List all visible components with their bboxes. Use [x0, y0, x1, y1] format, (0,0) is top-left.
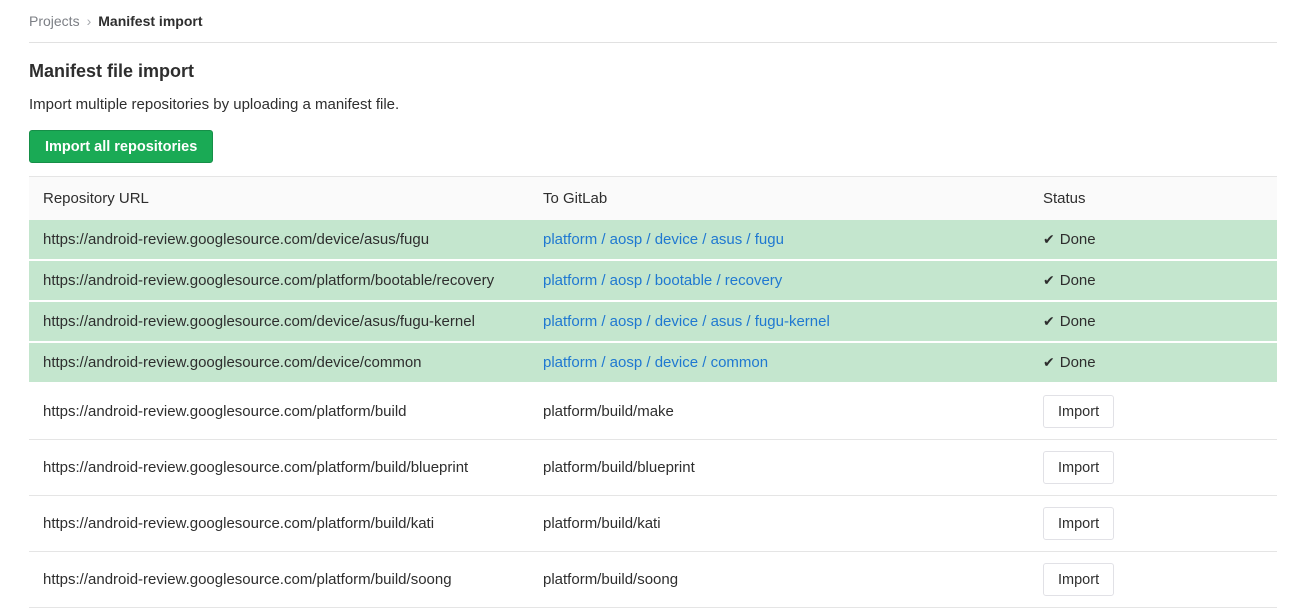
target-project-path: platform/build/kati: [543, 515, 661, 532]
table-row: https://android-review.googlesource.com/…: [29, 552, 1277, 608]
manifest-import-page: Projects › Manifest import Manifest file…: [0, 0, 1307, 608]
import-button[interactable]: Import: [1043, 507, 1114, 540]
status-cell: Import: [1029, 384, 1277, 440]
status-label: Done: [1060, 272, 1096, 289]
check-icon: ✔: [1043, 231, 1055, 247]
check-icon: ✔: [1043, 272, 1055, 288]
table-row: https://android-review.googlesource.com/…: [29, 302, 1277, 343]
table-row: https://android-review.googlesource.com/…: [29, 384, 1277, 440]
target-project-link[interactable]: platform / aosp / device / asus / fugu: [543, 231, 784, 248]
column-header-to-gitlab: To GitLab: [529, 176, 1029, 220]
column-header-status: Status: [1029, 176, 1277, 220]
status-label: Done: [1060, 231, 1096, 248]
status-label: Done: [1060, 354, 1096, 371]
status-cell: Import: [1029, 440, 1277, 496]
table-row: https://android-review.googlesource.com/…: [29, 440, 1277, 496]
page-title: Manifest file import: [29, 61, 1277, 82]
main-content: Manifest file import Import multiple rep…: [29, 61, 1277, 608]
target-project-path: platform/build/soong: [543, 571, 678, 588]
check-icon: ✔: [1043, 354, 1055, 370]
status-cell: Import: [1029, 496, 1277, 552]
manifest-import-table: Repository URL To GitLab Status https://…: [29, 176, 1277, 608]
import-button[interactable]: Import: [1043, 563, 1114, 596]
status-cell: ✔ Done: [1029, 261, 1277, 302]
chevron-right-icon: ›: [87, 13, 92, 29]
table-row: https://android-review.googlesource.com/…: [29, 343, 1277, 384]
target-project-path: platform/build/make: [543, 403, 674, 420]
repository-url: https://android-review.googlesource.com/…: [29, 384, 529, 440]
repository-url: https://android-review.googlesource.com/…: [29, 302, 529, 343]
import-button[interactable]: Import: [1043, 451, 1114, 484]
import-all-repositories-button[interactable]: Import all repositories: [29, 130, 213, 163]
status-cell: ✔ Done: [1029, 302, 1277, 343]
check-icon: ✔: [1043, 313, 1055, 329]
status-label: Done: [1060, 313, 1096, 330]
table-row: https://android-review.googlesource.com/…: [29, 261, 1277, 302]
import-button[interactable]: Import: [1043, 395, 1114, 428]
table-row: https://android-review.googlesource.com/…: [29, 220, 1277, 261]
target-project-link[interactable]: platform / aosp / device / common: [543, 354, 768, 371]
breadcrumb-current: Manifest import: [98, 13, 202, 29]
table-header: Repository URL To GitLab Status: [29, 176, 1277, 220]
table-row: https://android-review.googlesource.com/…: [29, 496, 1277, 552]
breadcrumb: Projects › Manifest import: [29, 0, 1277, 43]
status-cell: ✔ Done: [1029, 343, 1277, 384]
repository-url: https://android-review.googlesource.com/…: [29, 220, 529, 261]
repository-url: https://android-review.googlesource.com/…: [29, 496, 529, 552]
column-header-repository-url: Repository URL: [29, 176, 529, 220]
status-cell: ✔ Done: [1029, 220, 1277, 261]
page-description: Import multiple repositories by uploadin…: [29, 96, 1277, 113]
target-project-link[interactable]: platform / aosp / bootable / recovery: [543, 272, 782, 289]
status-cell: Import: [1029, 552, 1277, 608]
repository-url: https://android-review.googlesource.com/…: [29, 440, 529, 496]
target-project-path: platform/build/blueprint: [543, 459, 695, 476]
repository-url: https://android-review.googlesource.com/…: [29, 552, 529, 608]
repository-url: https://android-review.googlesource.com/…: [29, 261, 529, 302]
breadcrumb-projects-link[interactable]: Projects: [29, 13, 80, 29]
repository-url: https://android-review.googlesource.com/…: [29, 343, 529, 384]
target-project-link[interactable]: platform / aosp / device / asus / fugu-k…: [543, 313, 830, 330]
